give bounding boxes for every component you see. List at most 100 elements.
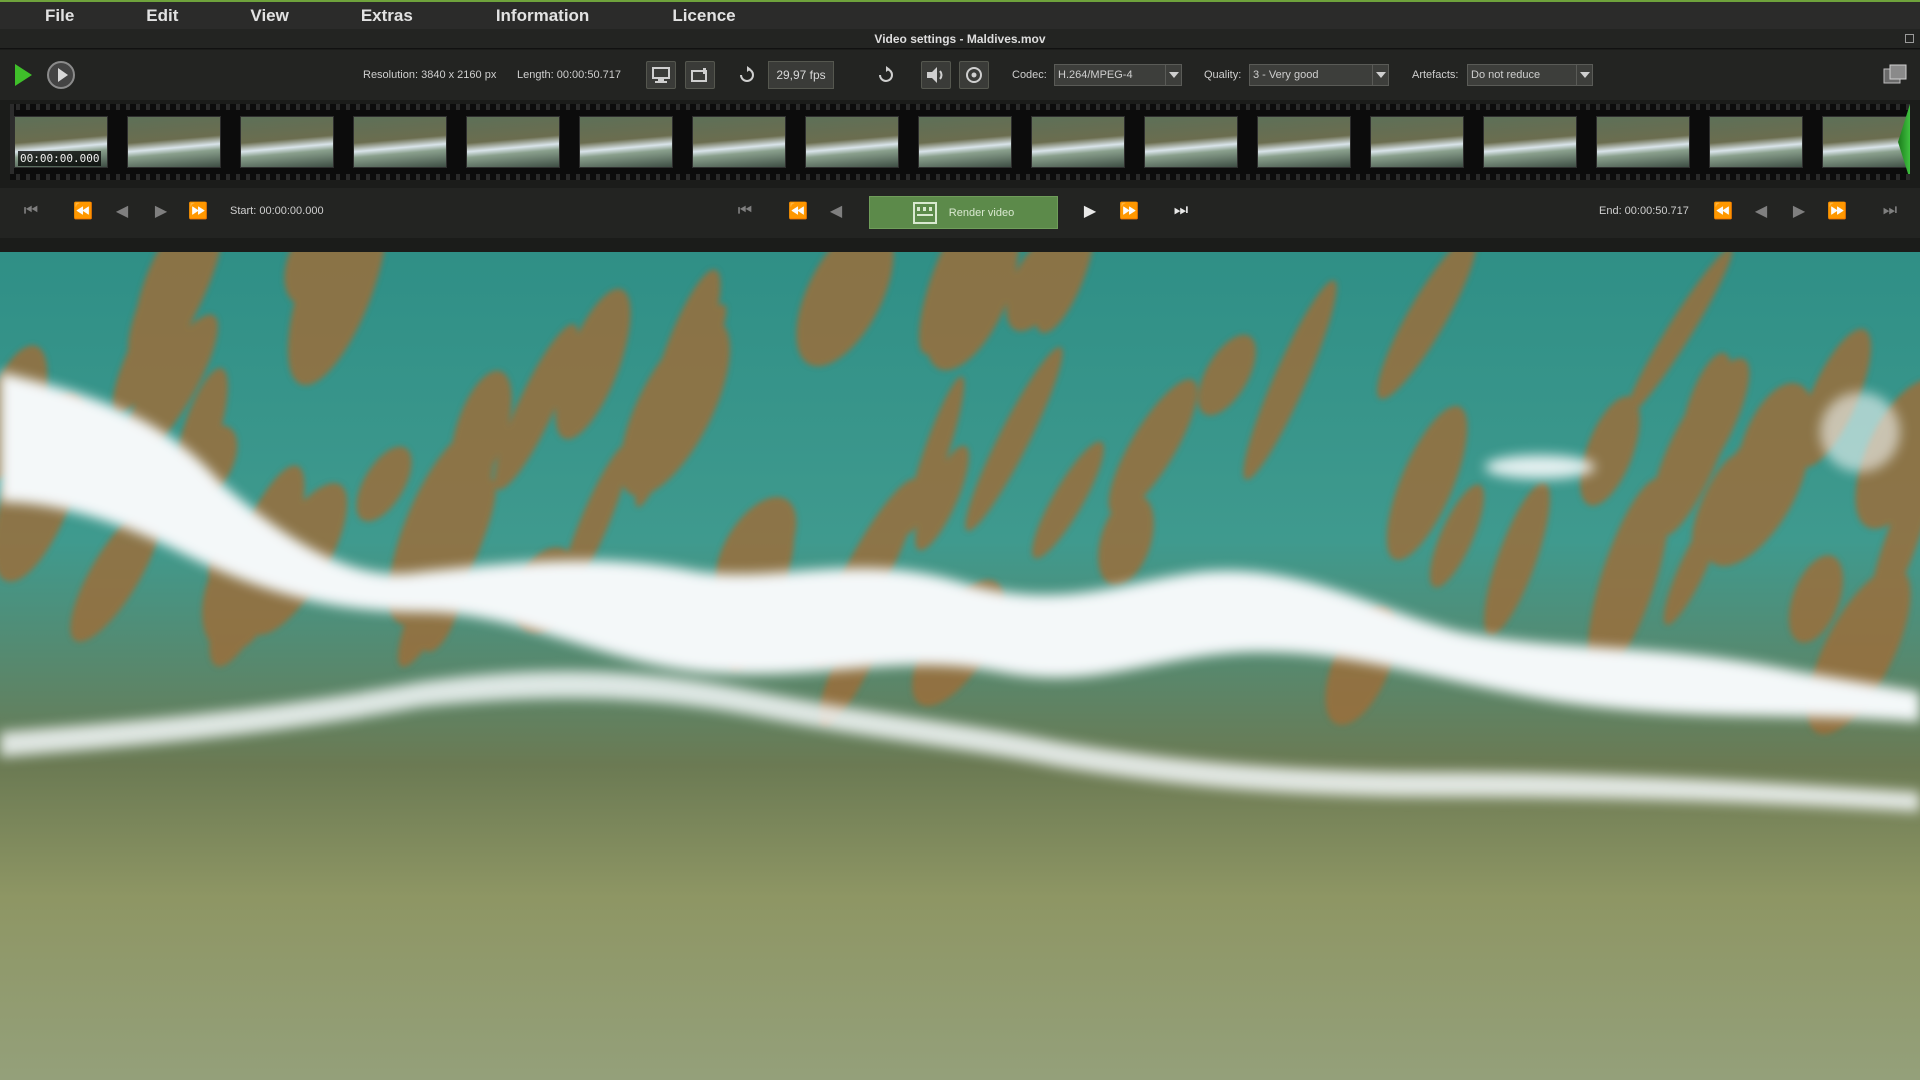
filmstrip-frame[interactable] (1144, 116, 1238, 168)
start-step-forward-button[interactable]: ▶ (144, 196, 178, 226)
menu-edit[interactable]: Edit (144, 6, 180, 26)
start-go-first-button[interactable]: ⏮ (14, 196, 48, 226)
render-icon (912, 201, 937, 224)
speaker-icon (927, 67, 943, 83)
codec-label: Codec: (1012, 69, 1047, 81)
filmstrip-frame[interactable]: 00:00:00.000 (14, 116, 108, 168)
menu-information[interactable]: Information (494, 6, 592, 26)
codec-value: H.264/MPEG-4 (1058, 69, 1133, 81)
preview-play-icon (47, 61, 75, 89)
skip-start-icon: ⏮ (737, 202, 753, 219)
start-step-back-button[interactable]: ◀ (105, 196, 139, 226)
video-frame-image (0, 252, 1920, 1080)
filmstrip-frame[interactable] (1257, 116, 1351, 168)
skip-start-icon: ⏮ (23, 202, 39, 219)
filmstrip-frame[interactable] (805, 116, 899, 168)
refresh-button[interactable] (871, 61, 901, 89)
video-preview[interactable] (0, 252, 1920, 1080)
refresh-icon (879, 66, 893, 82)
step-back-icon: ◀ (829, 203, 843, 220)
fast-rewind-icon: ⏪ (788, 203, 808, 220)
resolution-info: Resolution: 3840 x 2160 px (363, 69, 497, 81)
audio-settings-icon (966, 67, 982, 83)
step-back-icon: ◀ (1754, 203, 1768, 220)
rewind-button[interactable]: ⏪ (781, 196, 815, 226)
filmstrip-frame[interactable] (240, 116, 334, 168)
filmstrip-frame[interactable] (127, 116, 221, 168)
video-editor-window: File Edit View Extras Information Licenc… (0, 0, 1920, 1080)
filmstrip-frame[interactable] (1483, 116, 1577, 168)
loop-button[interactable] (732, 61, 762, 89)
play-icon: ▶ (1083, 203, 1097, 220)
filmstrip-frame[interactable] (692, 116, 786, 168)
go-to-end-button[interactable]: ⏭ (1164, 196, 1198, 226)
quality-value: 3 - Very good (1253, 69, 1319, 81)
audio-settings-button[interactable] (959, 61, 989, 89)
previous-frame-button[interactable]: ◀ (819, 196, 853, 226)
chevron-down-icon (1165, 65, 1181, 85)
render-video-label: Render video (948, 206, 1015, 219)
quality-select[interactable]: 3 - Very good (1249, 64, 1389, 86)
settings-toolbar: Resolution: 3840 x 2160 px Length: 00:00… (0, 50, 1920, 100)
volume-button[interactable] (921, 61, 951, 89)
quality-label: Quality: (1204, 69, 1242, 81)
end-go-last-button[interactable]: ⏭ (1873, 196, 1907, 226)
skip-end-icon: ⏭ (1882, 202, 1898, 219)
menu-licence[interactable]: Licence (670, 6, 737, 26)
fast-forward-button[interactable]: ⏩ (1112, 196, 1146, 226)
end-fast-forward-button[interactable]: ⏩ (1820, 196, 1854, 226)
filmstrip-frame[interactable] (1822, 116, 1910, 168)
fast-rewind-icon: ⏪ (1713, 203, 1733, 220)
monitor-icon (652, 67, 670, 83)
filmstrip-frame[interactable] (918, 116, 1012, 168)
render-video-button[interactable]: Render video (869, 196, 1058, 229)
export-icon (1883, 64, 1907, 84)
monitor-button[interactable] (646, 61, 676, 89)
chevron-down-icon (1576, 65, 1592, 85)
filmstrip-frame[interactable] (1031, 116, 1125, 168)
menu-file[interactable]: File (43, 6, 76, 26)
fast-forward-icon: ⏩ (188, 203, 208, 220)
start-time: Start: 00:00:00.000 (230, 205, 324, 217)
menu-view[interactable]: View (248, 6, 290, 26)
play-preview-button[interactable]: ▶ (1073, 196, 1107, 226)
filmstrip-frame[interactable] (1596, 116, 1690, 168)
length-info: Length: 00:00:50.717 (517, 69, 621, 81)
filmstrip-frame[interactable] (466, 116, 560, 168)
codec-select[interactable]: H.264/MPEG-4 (1054, 64, 1182, 86)
filmstrip[interactable]: 00:00:00.000 (10, 104, 1910, 180)
step-forward-icon: ▶ (1792, 203, 1806, 220)
export-button[interactable] (1880, 61, 1910, 89)
restore-window-icon[interactable] (1905, 34, 1914, 43)
skip-end-icon: ⏭ (1173, 202, 1189, 219)
frame-timestamp: 00:00:00.000 (18, 151, 102, 166)
menu-extras[interactable]: Extras (359, 6, 415, 26)
start-fast-rewind-button[interactable]: ⏪ (66, 196, 100, 226)
play-icon (14, 64, 32, 86)
preview-play-button[interactable] (46, 61, 76, 89)
start-fast-forward-button[interactable]: ⏩ (181, 196, 215, 226)
fps-field[interactable]: 29,97 fps (768, 61, 834, 89)
play-button[interactable] (8, 61, 38, 89)
menu-bar: File Edit View Extras Information Licenc… (0, 0, 1920, 29)
filmstrip-frame[interactable] (1370, 116, 1464, 168)
end-step-forward-button[interactable]: ▶ (1782, 196, 1816, 226)
filmstrip-frame[interactable] (353, 116, 447, 168)
artefacts-label: Artefacts: (1412, 69, 1459, 81)
end-step-back-button[interactable]: ◀ (1744, 196, 1778, 226)
filmstrip-frame[interactable] (579, 116, 673, 168)
go-to-start-button[interactable]: ⏮ (728, 196, 762, 226)
artefacts-select[interactable]: Do not reduce (1467, 64, 1593, 86)
window-title: Video settings - Maldives.mov (874, 31, 1046, 46)
chevron-down-icon (1372, 65, 1388, 85)
loop-icon (740, 66, 754, 82)
crop-button[interactable] (685, 61, 715, 89)
title-bar: Video settings - Maldives.mov (0, 29, 1920, 49)
filmstrip-frame[interactable] (1709, 116, 1803, 168)
end-fast-rewind-button[interactable]: ⏪ (1706, 196, 1740, 226)
step-forward-icon: ▶ (154, 203, 168, 220)
crop-icon (691, 68, 707, 82)
artefacts-value: Do not reduce (1471, 69, 1541, 81)
end-time: End: 00:00:50.717 (1599, 205, 1689, 217)
fast-forward-icon: ⏩ (1119, 203, 1139, 220)
